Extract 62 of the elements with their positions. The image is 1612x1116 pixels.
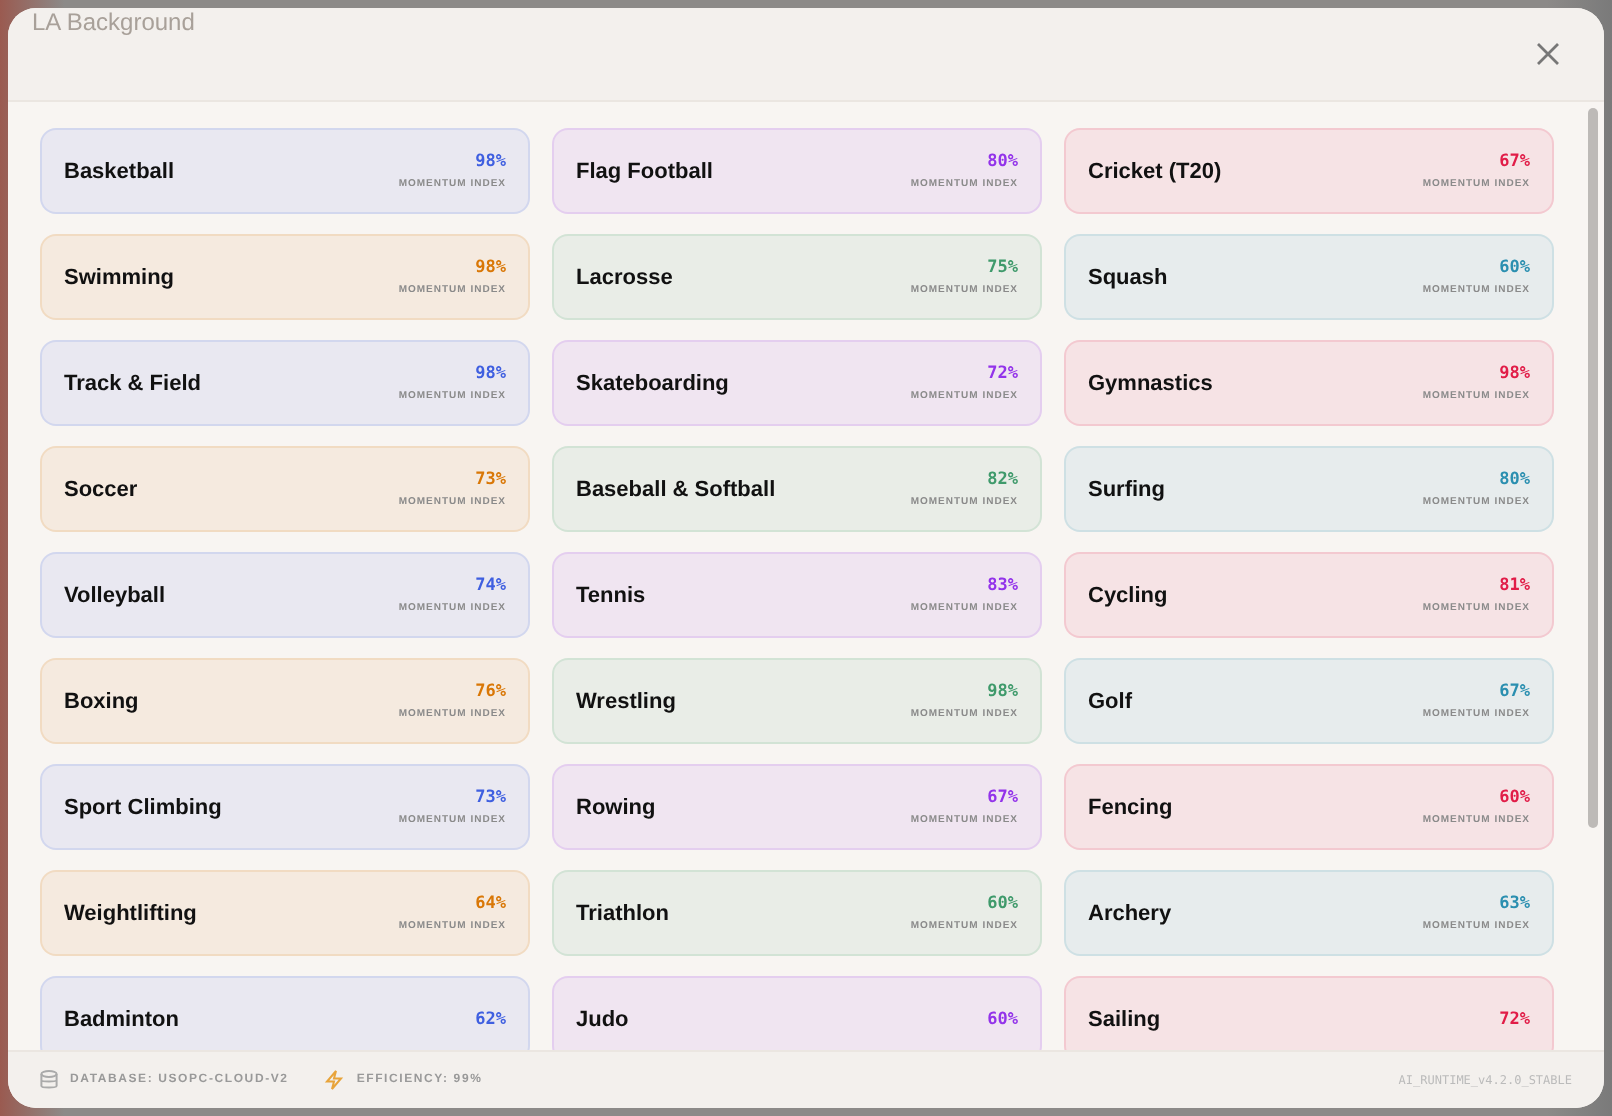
sport-name: Baseball & Softball bbox=[576, 477, 776, 501]
momentum-value: 72% bbox=[987, 364, 1018, 384]
momentum-value: 80% bbox=[1499, 470, 1530, 490]
momentum-value: 62% bbox=[475, 1009, 506, 1029]
momentum-value: 60% bbox=[1499, 788, 1530, 808]
sport-name: Golf bbox=[1088, 689, 1132, 713]
momentum-value: 67% bbox=[987, 788, 1018, 808]
momentum-value: 60% bbox=[987, 894, 1018, 914]
sport-name: Basketball bbox=[64, 159, 175, 183]
momentum-value: 67% bbox=[1499, 152, 1530, 172]
momentum-value: 80% bbox=[987, 152, 1018, 172]
scrollbar[interactable] bbox=[1588, 108, 1598, 828]
sport-name: Boxing bbox=[64, 689, 139, 713]
sport-name: Tennis bbox=[576, 583, 646, 607]
sport-name: Skateboarding bbox=[576, 371, 729, 395]
momentum-value: 60% bbox=[1499, 258, 1530, 278]
sport-name: Surfing bbox=[1088, 477, 1165, 501]
sport-name: Wrestling bbox=[576, 689, 676, 713]
sport-name: Sport Climbing bbox=[64, 795, 222, 819]
sport-name: Weightlifting bbox=[64, 901, 197, 925]
momentum-value: 73% bbox=[475, 470, 506, 490]
sport-name: Track & Field bbox=[64, 371, 201, 395]
sport-name: Swimming bbox=[64, 265, 175, 289]
momentum-value: 64% bbox=[475, 894, 506, 914]
momentum-value: 60% bbox=[987, 1009, 1018, 1029]
sport-name: Sailing bbox=[1088, 1007, 1161, 1031]
lightning-icon bbox=[324, 1070, 345, 1090]
momentum-value: 83% bbox=[987, 576, 1018, 596]
momentum-value: 75% bbox=[987, 258, 1018, 278]
sport-name: Cricket (T20) bbox=[1088, 159, 1222, 183]
sport-card[interactable]: Badminton 62% bbox=[40, 976, 530, 1050]
sport-name: Gymnastics bbox=[1088, 371, 1213, 395]
background-label: LA Background bbox=[32, 8, 195, 36]
sport-name: Badminton bbox=[64, 1007, 179, 1031]
momentum-value: 98% bbox=[475, 364, 506, 384]
sport-card[interactable]: Sailing 72% bbox=[1064, 976, 1554, 1050]
momentum-value: 82% bbox=[987, 470, 1018, 490]
sport-name: Triathlon bbox=[576, 901, 669, 925]
sport-name: Cycling bbox=[1088, 583, 1168, 607]
momentum-value: 81% bbox=[1499, 576, 1530, 596]
momentum-value: 98% bbox=[475, 152, 506, 172]
sport-card[interactable]: Judo 60% bbox=[552, 976, 1042, 1050]
momentum-value: 67% bbox=[1499, 682, 1530, 702]
sport-name: Flag Football bbox=[576, 159, 713, 183]
momentum-value: 74% bbox=[475, 576, 506, 596]
momentum-value: 73% bbox=[475, 788, 506, 808]
momentum-value: 72% bbox=[1499, 1009, 1530, 1029]
momentum-value: 98% bbox=[1499, 364, 1530, 384]
sport-name: Lacrosse bbox=[576, 265, 673, 289]
sport-name: Soccer bbox=[64, 477, 138, 501]
close-icon bbox=[1536, 42, 1560, 66]
momentum-value: 98% bbox=[475, 258, 506, 278]
momentum-value: 63% bbox=[1499, 894, 1530, 914]
momentum-value: 98% bbox=[987, 682, 1018, 702]
database-icon bbox=[40, 1070, 58, 1090]
sport-name: Rowing bbox=[576, 795, 656, 819]
sport-name: Archery bbox=[1088, 901, 1172, 925]
sport-name: Squash bbox=[1088, 265, 1168, 289]
sport-name: Volleyball bbox=[64, 583, 166, 607]
sport-name: Judo bbox=[576, 1007, 629, 1031]
sport-name: Fencing bbox=[1088, 795, 1173, 819]
momentum-value: 76% bbox=[475, 682, 506, 702]
